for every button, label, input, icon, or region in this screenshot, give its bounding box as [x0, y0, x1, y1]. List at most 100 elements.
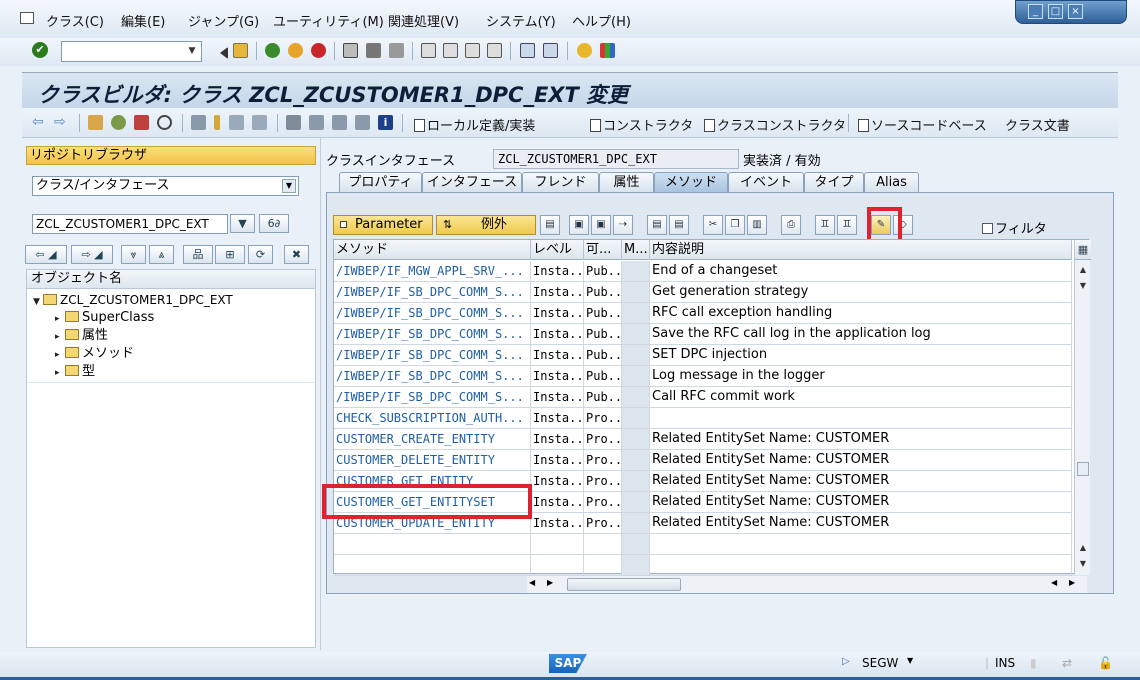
- exception-button[interactable]: ⇅ 例外: [436, 215, 536, 235]
- first-page-icon[interactable]: [421, 43, 436, 58]
- expand-arrow-icon[interactable]: ▼: [33, 294, 43, 310]
- table-row[interactable]: CHECK_SUBSCRIPTION_AUTH...Insta...Pro...: [334, 408, 1072, 429]
- parameter-button[interactable]: Parameter: [333, 215, 433, 235]
- tab-friends[interactable]: フレンド: [522, 172, 599, 192]
- play-icon[interactable]: ▷: [842, 656, 850, 667]
- grid-display-icon[interactable]: ⊞: [215, 245, 245, 264]
- expand-arrow-icon[interactable]: ▸: [55, 347, 65, 363]
- chevron-down-icon[interactable]: ▼: [282, 179, 296, 193]
- column-settings-icon[interactable]: ▦: [1075, 240, 1091, 260]
- list-icon[interactable]: [309, 115, 324, 130]
- expand-arrow-icon[interactable]: ▸: [55, 365, 65, 381]
- filter-icon[interactable]: [355, 115, 370, 130]
- back-nav-icon[interactable]: [265, 43, 280, 58]
- source-code-icon[interactable]: ▤: [540, 215, 560, 235]
- tree-node-attributes[interactable]: ▸ 属性: [55, 328, 108, 345]
- paste-icon[interactable]: ▥: [747, 215, 767, 235]
- edit-toggle-icon[interactable]: [88, 115, 103, 130]
- tree-node-superclass[interactable]: ▸ SuperClass: [55, 310, 154, 327]
- table-row[interactable]: /IWBEP/IF_MGW_APPL_SRV_...Insta...Pub...…: [334, 261, 1072, 282]
- navigation-icon[interactable]: [252, 115, 267, 130]
- exit-icon[interactable]: [288, 43, 303, 58]
- cancel-icon[interactable]: [311, 43, 326, 58]
- table-icon[interactable]: [332, 115, 347, 130]
- print-icon[interactable]: [343, 43, 358, 58]
- vertical-scrollbar[interactable]: ▦ ▲ ▼ ▲ ▼: [1074, 240, 1091, 575]
- method-cell[interactable]: /IWBEP/IF_SB_DPC_COMM_S...: [334, 366, 531, 386]
- method-cell[interactable]: /IWBEP/IF_SB_DPC_COMM_S...: [334, 282, 531, 302]
- tab-properties[interactable]: プロパティ: [339, 172, 422, 192]
- scroll-left-icon[interactable]: ◀: [529, 578, 535, 587]
- column-visibility[interactable]: 可...: [584, 240, 622, 260]
- menu-goto[interactable]: ジャンプ(G): [188, 11, 259, 30]
- scroll-thumb[interactable]: [567, 578, 681, 591]
- collapse-all-icon[interactable]: ⩓: [149, 245, 174, 264]
- display-object-icon[interactable]: [229, 115, 244, 130]
- details-icon[interactable]: ▣: [569, 215, 589, 235]
- tree-node-root[interactable]: ▼ ZCL_ZCUSTOMER1_DPC_EXT: [33, 292, 233, 310]
- refresh-icon[interactable]: ⟳: [248, 245, 273, 264]
- tree-node-types[interactable]: ▸ 型: [55, 364, 95, 381]
- expand-all-icon[interactable]: ⩔: [121, 245, 146, 264]
- activate-icon[interactable]: [134, 115, 149, 130]
- method-cell[interactable]: [334, 555, 531, 575]
- menu-system[interactable]: システム(Y): [486, 11, 556, 30]
- command-field[interactable]: ▼: [61, 41, 202, 62]
- where-used-icon[interactable]: [157, 115, 172, 130]
- last-page-icon[interactable]: [487, 43, 502, 58]
- table-row[interactable]: [334, 534, 1072, 555]
- arrow-right-icon[interactable]: ⇨: [54, 115, 69, 130]
- display-icon[interactable]: ▣: [591, 215, 611, 235]
- method-cell[interactable]: /IWBEP/IF_SB_DPC_COMM_S...: [334, 387, 531, 407]
- scroll-right-icon[interactable]: ▶: [1069, 578, 1075, 587]
- tab-methods[interactable]: メソッド: [654, 172, 728, 192]
- close-icon[interactable]: ×: [1068, 4, 1083, 19]
- lock-icon[interactable]: 🔓: [1098, 656, 1113, 670]
- check-icon[interactable]: ✔: [32, 42, 48, 58]
- display-glasses-icon[interactable]: 6∂: [259, 214, 289, 233]
- column-level[interactable]: レベル: [531, 240, 584, 260]
- tab-interfaces[interactable]: インタフェース: [422, 172, 522, 192]
- method-cell[interactable]: /IWBEP/IF_SB_DPC_COMM_S...: [334, 324, 531, 344]
- table-row[interactable]: /IWBEP/IF_SB_DPC_COMM_S...Insta...Pub...…: [334, 324, 1072, 345]
- chevron-down-icon[interactable]: ▼: [185, 44, 199, 59]
- scroll-thumb[interactable]: [1077, 462, 1089, 476]
- help-icon[interactable]: [577, 43, 592, 58]
- constructor-button[interactable]: コンストラクタ: [590, 115, 693, 134]
- class-constructor-button[interactable]: クラスコンストラクタ: [704, 115, 846, 134]
- object-name-dropdown[interactable]: ▼: [230, 214, 255, 233]
- filter-checkbox[interactable]: フィルタ: [982, 218, 1047, 237]
- find-icon[interactable]: [366, 43, 381, 58]
- table-row[interactable]: /IWBEP/IF_SB_DPC_COMM_S...Insta...Pub...…: [334, 303, 1072, 324]
- expand-arrow-icon[interactable]: ▸: [55, 311, 65, 327]
- next-page-icon[interactable]: [465, 43, 480, 58]
- table-row[interactable]: /IWBEP/IF_SB_DPC_COMM_S...Insta...Pub...…: [334, 366, 1072, 387]
- checkbox-icon[interactable]: [982, 223, 993, 234]
- table-row[interactable]: /IWBEP/IF_SB_DPC_COMM_S...Insta...Pub...…: [334, 345, 1072, 366]
- print-icon[interactable]: ⎙: [781, 215, 801, 235]
- tab-types[interactable]: タイプ: [804, 172, 864, 192]
- menu-utilities[interactable]: ユーティリティ(M): [273, 11, 384, 30]
- scroll-up-icon[interactable]: ▲: [1077, 542, 1089, 554]
- scroll-down-icon[interactable]: ▼: [1077, 558, 1089, 570]
- shortcut-icon[interactable]: [543, 43, 558, 58]
- table-row[interactable]: CUSTOMER_CREATE_ENTITYInsta...Pro... Rela…: [334, 429, 1072, 450]
- hierarchy-icon[interactable]: [286, 115, 301, 130]
- chevron-down-icon[interactable]: ▼: [907, 656, 913, 665]
- maximize-icon[interactable]: □: [1048, 4, 1063, 19]
- column-method[interactable]: メソッド: [334, 240, 531, 260]
- column-description[interactable]: 内容説明: [650, 240, 1072, 260]
- find-next-icon[interactable]: ♊: [837, 215, 857, 235]
- table-row[interactable]: /IWBEP/IF_SB_DPC_COMM_S...Insta...Pub...…: [334, 282, 1072, 303]
- arrow-left-icon[interactable]: ⇦: [32, 115, 47, 130]
- new-session-icon[interactable]: [520, 43, 535, 58]
- source-code-based-button[interactable]: ソースコードベース: [858, 115, 987, 134]
- menu-class[interactable]: クラス(C): [46, 11, 104, 30]
- scroll-right-icon[interactable]: ▶: [547, 578, 553, 587]
- method-cell[interactable]: CHECK_SUBSCRIPTION_AUTH...: [334, 408, 531, 428]
- method-cell[interactable]: CUSTOMER_DELETE_ENTITY: [334, 450, 531, 470]
- repository-browser-header[interactable]: リポジトリブラウザ: [26, 146, 316, 165]
- save-icon[interactable]: [233, 43, 248, 58]
- class-documentation-button[interactable]: クラス文書: [1005, 115, 1070, 134]
- close-panel-icon[interactable]: ✖: [284, 245, 309, 264]
